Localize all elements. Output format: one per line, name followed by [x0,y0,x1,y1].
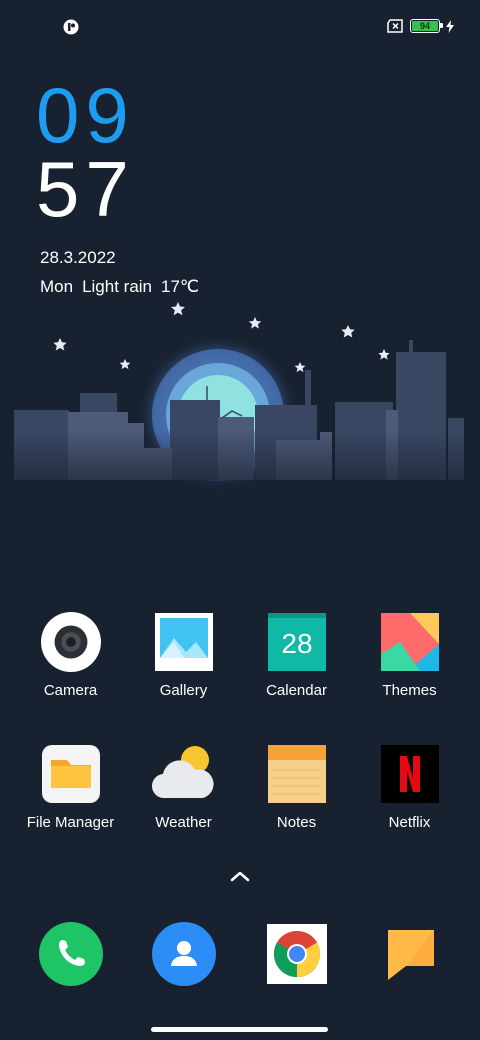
app-label: Notes [276,814,317,831]
star [171,302,185,316]
status-right-group: 94 [386,19,454,33]
star [341,325,355,338]
app-file-manager[interactable]: File Manager [14,744,127,874]
date-label: 28.3.2022 [40,248,116,267]
star [53,338,67,351]
battery-indicator: 94 [410,19,443,33]
no-sim-icon [387,19,403,33]
home-app-grid: Camera Gallery 28 Calendar Themes File M… [14,612,466,874]
star [294,362,306,373]
gallery-icon [154,613,213,671]
star [378,349,390,360]
app-label: Weather [155,814,212,831]
dock-messages[interactable] [353,922,466,988]
app-notes[interactable]: Notes [240,744,353,874]
dock-phone[interactable] [14,922,127,988]
notes-icon [267,745,326,803]
star [248,317,262,329]
app-themes[interactable]: Themes [353,612,466,742]
chevron-up-icon[interactable] [228,868,252,884]
netflix-icon [380,745,439,803]
app-row: Camera Gallery 28 Calendar Themes [14,612,466,742]
dock-chrome[interactable] [240,922,353,988]
weather-icon [151,746,214,799]
app-weather[interactable]: Weather [127,744,240,874]
notification-app-icon [63,19,79,35]
battery-fill: 94 [412,21,438,31]
app-camera[interactable]: Camera [14,612,127,742]
app-label: Calendar [266,682,327,699]
home-indicator[interactable] [151,1027,328,1032]
status-bar: 94 [0,0,480,56]
dock [14,922,466,988]
battery-level: 94 [419,20,430,31]
clock-hour[interactable]: 09 [36,76,135,154]
app-gallery[interactable]: Gallery [127,612,240,742]
messages-icon [387,930,434,980]
app-calendar[interactable]: 28 Calendar [240,612,353,742]
night-skyline-illustration [0,302,480,510]
dock-contacts[interactable] [127,922,240,988]
contacts-icon [151,922,216,986]
skyline-fade [0,430,480,510]
app-label: Netflix [388,814,431,831]
lightning-bolt-icon [446,19,454,33]
app-row: File Manager Weather Notes Netflix [14,744,466,874]
file-manager-icon [41,745,100,803]
calendar-icon: 28 [267,613,326,671]
calendar-day: 28 [281,628,312,659]
star [119,359,131,370]
app-label: Gallery [159,682,208,699]
battery-tip [440,23,443,28]
app-netflix[interactable]: Netflix [353,744,466,874]
clock-minute[interactable]: 57 [36,150,135,228]
app-label: Themes [382,682,437,699]
chrome-icon [266,924,327,984]
phone-icon [38,922,103,986]
app-label: Camera [43,682,98,699]
app-label: File Manager [26,814,115,831]
camera-icon [40,612,101,672]
themes-icon [380,613,439,671]
